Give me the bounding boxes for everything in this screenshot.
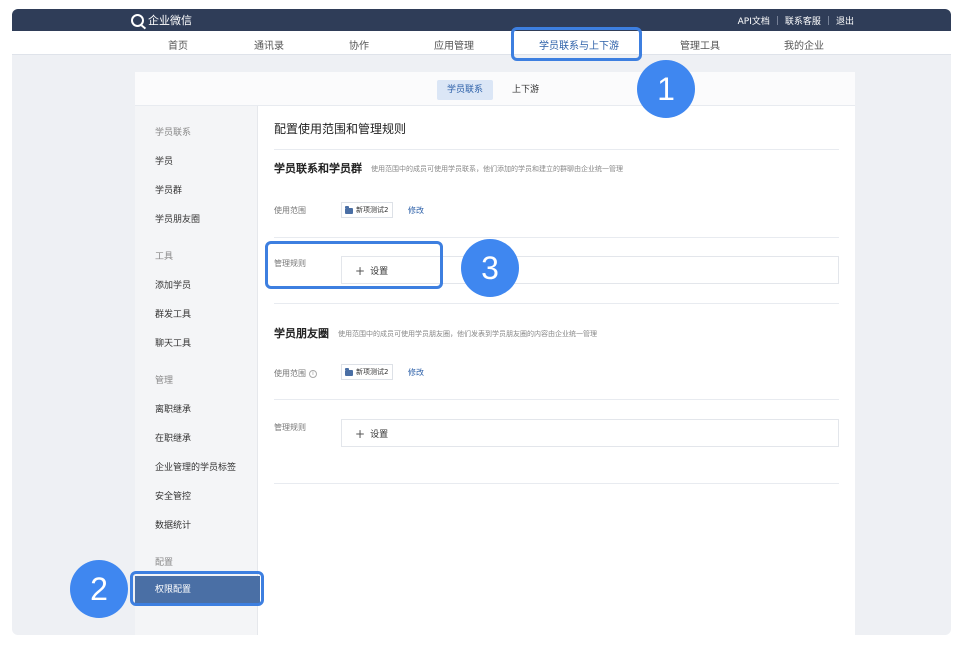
scope-chip: 新项测试2 xyxy=(341,364,394,380)
nav-contacts[interactable]: 通讯录 xyxy=(254,37,284,52)
sidebar: 学员联系 学员 学员群 学员朋友圈 工具 添加学员 群发工具 聊天工具 管理 离… xyxy=(135,106,260,635)
nav-app-management[interactable]: 应用管理 xyxy=(434,37,474,52)
set-rules-label: 设置 xyxy=(370,430,389,440)
sidebar-item-student-groups[interactable]: 学员群 xyxy=(155,183,182,196)
info-icon[interactable]: i xyxy=(309,369,317,378)
sidebar-item-chat-tools[interactable]: 聊天工具 xyxy=(155,336,191,349)
highlight-box-nav xyxy=(511,27,642,61)
sidebar-item-students[interactable]: 学员 xyxy=(155,154,173,167)
scope-label-text: 使用范围 xyxy=(274,369,306,378)
section-title-moments: 学员朋友圈 xyxy=(274,327,329,340)
rules-label: 管理规则 xyxy=(274,423,306,432)
step-badge-2: 2 xyxy=(70,560,128,618)
scope-chip: 新项测试2 xyxy=(341,202,394,218)
section-desc-contact: 使用范围中的成员可使用学员联系，他们添加的学员和建立的群聊由企业统一管理 xyxy=(371,165,623,173)
scope-label: 使用范围 i xyxy=(274,368,317,379)
separator: | xyxy=(775,15,779,26)
divider xyxy=(274,483,839,484)
divider xyxy=(274,149,839,150)
sidebar-item-statistics[interactable]: 数据统计 xyxy=(155,518,191,531)
sidebar-item-security[interactable]: 安全管控 xyxy=(155,489,191,502)
logout-link[interactable]: 退出 xyxy=(836,14,854,27)
nav-management-tools[interactable]: 管理工具 xyxy=(680,37,720,52)
wecom-logo-icon xyxy=(131,13,144,27)
app-window: 企业微信 API文档 | 联系客服 | 退出 首页 通讯录 协作 应用管理 学员… xyxy=(12,9,951,635)
content-card: 学员联系 上下游 学员联系 学员 学员群 学员朋友圈 工具 添加学员 群发工具 … xyxy=(135,72,855,635)
top-bar: 企业微信 API文档 | 联系客服 | 退出 xyxy=(12,9,951,31)
set-rules-button[interactable]: + 设置 xyxy=(355,426,389,441)
folder-icon xyxy=(345,205,353,214)
section-title-contact: 学员联系和学员群 xyxy=(274,162,362,175)
sidebar-item-add-student[interactable]: 添加学员 xyxy=(155,278,191,291)
main-panel: 配置使用范围和管理规则 学员联系和学员群 使用范围中的成员可使用学员联系，他们添… xyxy=(274,106,839,635)
sidebar-item-student-moments[interactable]: 学员朋友圈 xyxy=(155,212,200,225)
rules-setting-box: + 设置 xyxy=(341,419,839,447)
subtab-upstream-downstream[interactable]: 上下游 xyxy=(502,80,549,100)
app-title: 企业微信 xyxy=(148,14,192,27)
folder-icon xyxy=(345,367,353,376)
scope-chip-label: 新项测试2 xyxy=(356,368,389,376)
divider xyxy=(274,399,839,400)
sidebar-section-student-contact: 学员联系 xyxy=(155,128,192,138)
sidebar-item-student-tags[interactable]: 企业管理的学员标签 xyxy=(155,460,236,473)
page-title: 配置使用范围和管理规则 xyxy=(274,122,407,136)
top-links: API文档 | 联系客服 | 退出 xyxy=(738,14,854,28)
separator: | xyxy=(826,15,830,26)
contact-support-link[interactable]: 联系客服 xyxy=(785,14,821,27)
nav-collaboration[interactable]: 协作 xyxy=(349,37,369,52)
sidebar-section-tools: 工具 xyxy=(155,252,174,262)
step-badge-3: 3 xyxy=(461,239,519,297)
api-docs-link[interactable]: API文档 xyxy=(738,14,770,27)
main-nav: 首页 通讯录 协作 应用管理 学员联系与上下游 管理工具 我的企业 xyxy=(12,31,951,55)
subtab-bar: 学员联系 上下游 xyxy=(135,72,855,106)
edit-scope-link[interactable]: 修改 xyxy=(408,205,424,216)
sidebar-item-resigned-inherit[interactable]: 离职继承 xyxy=(155,402,191,415)
sidebar-section-config: 配置 xyxy=(155,558,174,568)
subtab-student-contact[interactable]: 学员联系 xyxy=(437,80,494,100)
divider xyxy=(274,303,839,304)
scope-chip-label: 新项测试2 xyxy=(356,206,389,214)
step-badge-1: 1 xyxy=(637,60,695,118)
section-desc-moments: 使用范围中的成员可使用学员朋友圈，他们发表到学员朋友圈的内容由企业统一管理 xyxy=(338,330,597,338)
edit-scope-link[interactable]: 修改 xyxy=(408,367,424,378)
sidebar-item-mass-message[interactable]: 群发工具 xyxy=(155,307,191,320)
nav-my-enterprise[interactable]: 我的企业 xyxy=(784,37,824,52)
divider xyxy=(274,237,839,238)
sidebar-section-management: 管理 xyxy=(155,376,174,386)
highlight-box-set-rules xyxy=(265,241,443,289)
app-logo[interactable]: 企业微信 xyxy=(131,12,192,28)
sidebar-item-onjob-inherit[interactable]: 在职继承 xyxy=(155,431,191,444)
nav-home[interactable]: 首页 xyxy=(168,37,188,52)
highlight-box-permissions xyxy=(130,571,264,606)
plus-icon: + xyxy=(355,426,366,441)
scope-label: 使用范围 xyxy=(274,206,306,215)
